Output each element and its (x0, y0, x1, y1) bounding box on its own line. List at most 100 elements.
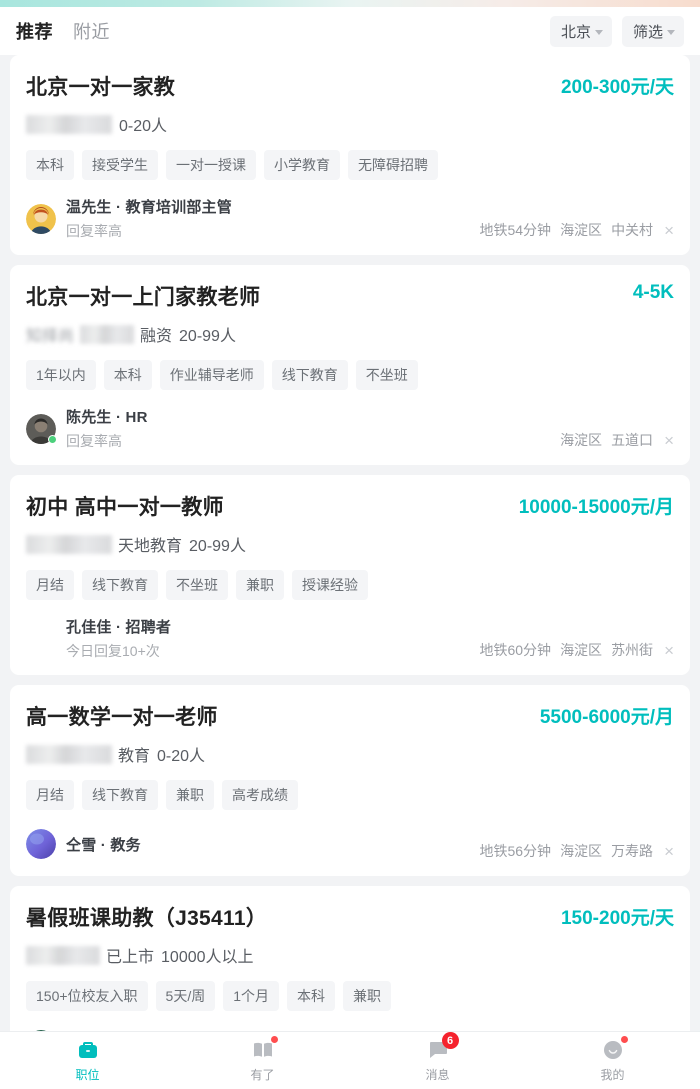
job-card-header: 北京一对一上门家教老师 4-5K (26, 281, 674, 311)
company-name-suffix: 天地教育 (118, 538, 183, 555)
job-salary: 10000-15000元/月 (518, 497, 674, 518)
job-location-meta: 地铁54分钟 海淀区 中关村 × (479, 220, 674, 241)
job-meta-item: 地铁54分钟 (479, 222, 552, 238)
job-list[interactable]: 北京一对一家教 200-300元/天 0-20人 本科 接受学生 一对一授课 小学教育 无障碍… (0, 55, 700, 1031)
job-meta-item: 地铁56分钟 (479, 843, 552, 859)
close-icon[interactable]: × (662, 843, 674, 860)
company-name-prefix: 知择尚 (26, 328, 75, 345)
briefcase-icon (76, 1038, 100, 1062)
tab-nearby[interactable]: 附近 (73, 18, 110, 44)
recruiter-info: 仝雪 · 教务 (66, 834, 141, 855)
job-tag[interactable]: 不坐班 (166, 570, 228, 600)
job-meta-item: 苏州街 (611, 642, 654, 658)
profile-icon (601, 1036, 628, 1062)
job-tag[interactable]: 兼职 (236, 570, 284, 600)
job-tag[interactable]: 1年以内 (26, 360, 96, 390)
avatar[interactable] (26, 829, 56, 859)
job-card[interactable]: 北京一对一家教 200-300元/天 0-20人本科 接受学生 一对一授课 小学教育 无障碍… (10, 55, 690, 255)
job-meta-item: 海淀区 (560, 642, 603, 658)
job-tags: 月结 线下教育 兼职 高考成绩 (26, 780, 674, 810)
job-tag[interactable]: 150+位校友入职 (26, 981, 148, 1011)
job-title: 北京一对一上门家教老师 (26, 286, 261, 309)
job-card[interactable]: 暑假班课助教（J35411） 150-200元/天 已上市 10000人以上 150+位… (10, 886, 690, 1031)
job-card-footer: 温先生 · 教育培训部主管 回复率高 地铁54分钟 海淀区 中关村 × (26, 196, 674, 241)
close-icon[interactable]: × (662, 642, 674, 659)
company-size: 0-20人 (157, 748, 206, 765)
reply-rate: 回复率高 (66, 433, 122, 449)
recruiter-name: 陈先生 · HR (66, 409, 148, 426)
recruiter-info: 孔佳佳 · 招聘者 今日回复10+次 (66, 616, 171, 661)
job-tag[interactable]: 兼职 (343, 981, 392, 1011)
close-icon[interactable]: × (662, 222, 674, 239)
company-line: 天地教育 20-99人 (26, 532, 674, 556)
job-salary: 150-200元/天 (560, 908, 674, 929)
job-card-header: 初中 高中一对一教师 10000-15000元/月 (26, 491, 674, 521)
company-size: 0-20人 (119, 118, 168, 135)
job-tag[interactable]: 兼职 (166, 780, 214, 810)
recruiter-name: 仝雪 · 教务 (66, 836, 141, 854)
job-tag[interactable]: 线下教育 (271, 360, 348, 390)
nav-item-book[interactable]: 有了 (175, 1032, 350, 1089)
city-filter-label: 北京 (560, 23, 591, 41)
nav-item-label: 职位 (75, 1068, 100, 1082)
job-tag[interactable]: 月结 (26, 570, 74, 600)
filter-button[interactable]: 筛选 (621, 15, 684, 47)
company-name-redacted: 知择尚 融资 (26, 322, 172, 346)
job-tag[interactable]: 不坐班 (355, 360, 418, 390)
job-title: 初中 高中一对一教师 (26, 496, 224, 519)
notification-dot (620, 1036, 628, 1043)
job-tags: 本科 接受学生 一对一授课 小学教育 无障碍招聘 (26, 150, 674, 180)
close-icon[interactable]: × (662, 432, 674, 449)
nav-item-label: 我的 (600, 1068, 625, 1082)
job-card-header: 北京一对一家教 200-300元/天 (26, 71, 674, 101)
company-size: 20-99人 (189, 538, 246, 555)
job-tag[interactable]: 接受学生 (82, 150, 158, 180)
job-salary: 5500-6000元/月 (539, 707, 674, 728)
reply-rate: 回复率高 (66, 223, 122, 239)
nav-item-briefcase[interactable]: 职位 (0, 1032, 175, 1089)
job-tag[interactable]: 线下教育 (82, 570, 158, 600)
job-tag[interactable]: 本科 (287, 981, 336, 1011)
job-card-footer: 仝雪 · 教务 地铁56分钟 海淀区 万寿路 × (26, 826, 674, 862)
job-tag[interactable]: 线下教育 (82, 780, 158, 810)
job-tag[interactable]: 高考成绩 (222, 780, 298, 810)
job-tag[interactable]: 作业辅导老师 (159, 360, 264, 390)
job-tags: 1年以内 本科 作业辅导老师 线下教育 不坐班 (26, 360, 674, 390)
job-tag[interactable]: 5天/周 (155, 981, 216, 1011)
job-card[interactable]: 初中 高中一对一教师 10000-15000元/月天地教育 20-99人月结 线下教育… (10, 475, 690, 675)
status-gradient-strip (0, 0, 700, 7)
job-card[interactable]: 高一数学一对一老师 5500-6000元/月 教育 0-20人 月结 线下教育 兼职 高考成绩… (10, 685, 690, 876)
company-line: 0-20人 (26, 112, 674, 136)
job-tag[interactable]: 月结 (26, 780, 74, 810)
nav-item-label: 消息 (425, 1068, 450, 1082)
company-line: 知择尚 融资 20-99人 (26, 322, 674, 346)
job-meta-item: 地铁60分钟 (479, 642, 552, 658)
header-tabs: 推荐 附近 (16, 18, 110, 44)
tab-recommend[interactable]: 推荐 (16, 18, 53, 44)
job-tag[interactable]: 小学教育 (264, 150, 340, 180)
job-tag[interactable]: 无障碍招聘 (348, 150, 438, 180)
job-title: 北京一对一家教 (26, 76, 176, 99)
header-buttons: 北京 筛选 (549, 15, 684, 47)
job-tag[interactable]: 本科 (26, 150, 74, 180)
nav-item-profile[interactable]: 我的 (525, 1032, 700, 1089)
job-meta-item: 海淀区 (560, 432, 603, 448)
job-tag[interactable]: 本科 (103, 360, 152, 390)
notification-badge: 6 (441, 1032, 459, 1049)
job-card-header: 暑假班课助教（J35411） 150-200元/天 (26, 902, 674, 932)
chevron-down-icon (667, 30, 675, 35)
job-tag[interactable]: 一对一授课 (166, 150, 256, 180)
nav-item-message[interactable]: 6 消息 (350, 1032, 525, 1089)
recruiter-name: 温先生 · 教育培训部主管 (66, 199, 232, 216)
company-name-redacted (26, 114, 112, 134)
job-tag[interactable]: 1个月 (223, 981, 280, 1011)
recruiter-info: 温先生 · 教育培训部主管 回复率高 (66, 196, 232, 241)
job-tags: 150+位校友入职 5天/周 1个月 本科 兼职 (26, 981, 674, 1011)
bottom-navigation: 职位 有了 6 消息 我的 (0, 1031, 700, 1089)
city-filter-button[interactable]: 北京 (549, 15, 612, 47)
job-tag[interactable]: 授课经验 (292, 570, 368, 600)
job-card[interactable]: 北京一对一上门家教老师 4-5K 知择尚 融资 20-99人 1年以内 本科 作业辅导老师 线下… (10, 265, 690, 465)
header-bar: 推荐 附近 北京 筛选 (0, 7, 700, 55)
avatar[interactable] (26, 413, 57, 444)
avatar[interactable] (26, 203, 56, 234)
